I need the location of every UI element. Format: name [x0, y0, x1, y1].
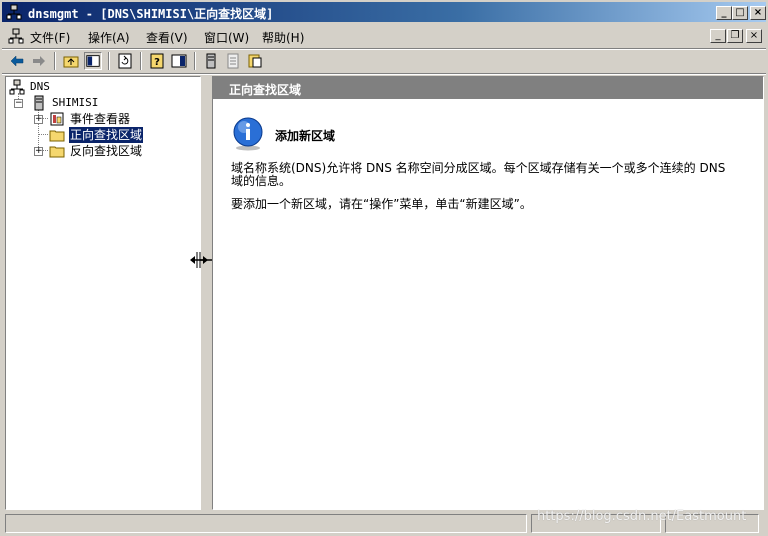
- details-description: 域名称系统(DNS)允许将 DNS 名称空间分成区域。每个区域存储有关一个或多个…: [231, 161, 726, 188]
- details-heading: 添加新区域: [275, 129, 336, 143]
- details-header: 正向查找区域: [213, 77, 763, 99]
- toolbar-separator: [194, 52, 196, 70]
- info-icon: [233, 117, 263, 151]
- tree-label: 反向查找区域: [70, 144, 143, 158]
- event-viewer-icon: [50, 112, 64, 126]
- watermark-text: https://blog.csdn.net/Eastmount: [537, 509, 747, 524]
- tree-label: 事件查看器: [70, 112, 131, 126]
- child-restore-button[interactable]: ❐: [727, 29, 743, 43]
- toolbar-separator-line: [2, 73, 766, 75]
- menu-bar: 文件(F) 操作(A) 查看(V) 窗口(W) 帮助(H): [2, 24, 766, 48]
- close-icon: ×: [753, 7, 763, 18]
- console-icon[interactable]: [8, 28, 24, 44]
- collapse-icon[interactable]: −: [14, 99, 23, 108]
- child-close-button[interactable]: ×: [746, 29, 762, 43]
- folder-icon: [49, 130, 65, 142]
- tree-label: DNS: [30, 80, 50, 93]
- details-instruction: 要添加一个新区域，请在“操作”菜单，单击“新建区域”。: [231, 197, 532, 211]
- toolbar: ?: [2, 50, 766, 72]
- menu-action[interactable]: 操作(A): [88, 29, 130, 46]
- tree-label: SHIMISI: [52, 96, 99, 109]
- dns-app-icon: [6, 4, 22, 20]
- expand-icon[interactable]: +: [34, 147, 43, 156]
- child-minimize-button[interactable]: _: [710, 29, 726, 43]
- action-pane-icon[interactable]: [170, 52, 188, 70]
- menu-window[interactable]: 窗口(W): [204, 29, 249, 46]
- svg-text:?: ?: [154, 57, 160, 68]
- details-header-title: 正向查找区域: [229, 83, 302, 97]
- maximize-button[interactable]: □: [732, 6, 748, 20]
- title-bar[interactable]: dnsmgmt - [DNS\SHIMISI\正向查找区域] _ □ ×: [2, 2, 766, 22]
- folder-icon: [49, 146, 65, 158]
- maximize-icon: □: [735, 7, 745, 18]
- server-icon[interactable]: [202, 52, 220, 70]
- tree-label: 正向查找区域: [67, 126, 145, 144]
- minimize-icon: _: [721, 7, 727, 18]
- properties-icon[interactable]: [224, 52, 242, 70]
- server-icon: [34, 95, 44, 111]
- status-cell: [5, 514, 527, 533]
- toolbar-separator: [108, 52, 110, 70]
- close-button[interactable]: ×: [750, 6, 766, 20]
- expand-icon[interactable]: +: [34, 115, 43, 124]
- pane-splitter[interactable]: [190, 76, 220, 510]
- minimize-icon: _: [715, 30, 721, 41]
- dns-icon: [9, 79, 25, 95]
- menu-help[interactable]: 帮助(H): [262, 29, 304, 46]
- forward-arrow-icon[interactable]: [30, 52, 48, 70]
- help-icon[interactable]: ?: [148, 52, 166, 70]
- minimize-button[interactable]: _: [716, 6, 732, 20]
- refresh-icon[interactable]: [116, 52, 134, 70]
- back-arrow-icon[interactable]: [8, 52, 26, 70]
- console-tree[interactable]: DNS − SHIMISI + 事件查看器 正向查找区域 + 反向查找区域: [5, 76, 201, 510]
- details-pane: 正向查找区域 添加新区域 域名称系统(DNS)允许将 DNS 名称空间分成区域。…: [212, 76, 764, 510]
- menu-view[interactable]: 查看(V): [146, 29, 188, 46]
- tree-line: [38, 134, 48, 135]
- toolbar-separator: [54, 52, 56, 70]
- toolbar-separator: [140, 52, 142, 70]
- restore-icon: ❐: [730, 30, 740, 41]
- close-icon: ×: [749, 30, 759, 41]
- show-hide-tree-icon[interactable]: [84, 52, 102, 70]
- window-title: dnsmgmt - [DNS\SHIMISI\正向查找区域]: [28, 7, 274, 21]
- menu-file[interactable]: 文件(F): [30, 29, 70, 46]
- zone-icon[interactable]: [246, 52, 264, 70]
- up-folder-icon[interactable]: [62, 52, 80, 70]
- mmc-window: dnsmgmt - [DNS\SHIMISI\正向查找区域] _ □ × 文件(…: [0, 0, 768, 536]
